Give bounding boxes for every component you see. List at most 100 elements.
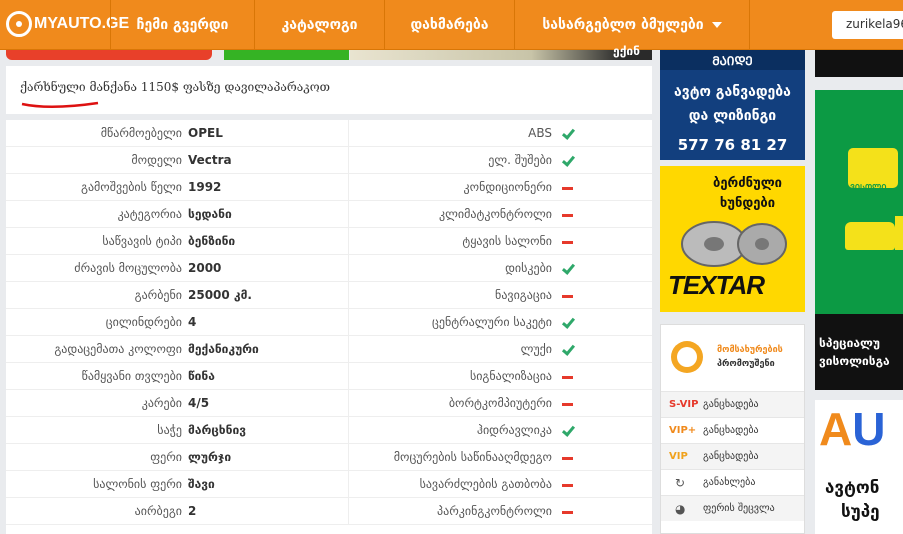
promo-option[interactable]: S-VIP განცხადება bbox=[661, 391, 804, 417]
column-divider bbox=[348, 282, 349, 309]
promo-option[interactable]: VIP+ განცხადება bbox=[661, 417, 804, 443]
spec-value: მექანიკური bbox=[188, 342, 259, 356]
listing-description: ქარხნული მანქანა 1150$ ფასზე დავილაპარაკ… bbox=[20, 80, 331, 94]
promotion-header: მომსახურების პრომოუშენი bbox=[661, 325, 804, 391]
palette-icon: ◕ bbox=[675, 502, 686, 516]
nav-catalog[interactable]: კატალოგი bbox=[254, 0, 384, 50]
check-icon bbox=[561, 262, 575, 276]
column-divider bbox=[348, 228, 349, 255]
check-icon bbox=[561, 127, 575, 141]
column-divider bbox=[348, 309, 349, 336]
ad-leasing-line2: და ლიზინგი bbox=[688, 108, 777, 124]
check-icon bbox=[561, 154, 575, 168]
spec-row: გარბენი 25000 კმ. ნავიგაცია bbox=[6, 282, 652, 309]
spec-label: აირბეგი bbox=[134, 504, 182, 518]
nav-help[interactable]: დახმარება bbox=[384, 0, 514, 50]
ad-phone-number: 577 76 81 27 bbox=[677, 136, 788, 154]
promo-option[interactable]: ◕ ფერის შეცვლა bbox=[661, 495, 804, 521]
au-ad-line2: სუპე bbox=[841, 502, 880, 522]
promo-option[interactable]: VIP განცხადება bbox=[661, 443, 804, 469]
promo-title-2: პრომოუშენი bbox=[717, 359, 775, 369]
banner-green-strip[interactable] bbox=[224, 50, 349, 60]
spec-row: საწვავის ტიპი ბენზინი ტყავის სალონი bbox=[6, 228, 652, 255]
auto-ad[interactable]: AU ავტონ სუპე bbox=[815, 400, 903, 534]
auto-leasing-ad[interactable]: ᲛᲐᲘᲓᲔ ავტო განვადება და ლიზინგი 577 76 8… bbox=[660, 50, 805, 160]
red-underline-annotation bbox=[21, 101, 99, 109]
textar-brake-ad[interactable]: ბერძნული ხუნდები TEXTAR bbox=[660, 166, 805, 312]
promo-tag: VIP+ bbox=[669, 425, 697, 436]
nav-useful-links-label: სასარგებლო ბმულები bbox=[542, 17, 704, 33]
spec-row: მწარმოებელი OPEL ABS bbox=[6, 120, 652, 147]
promo-tag: S-VIP bbox=[669, 399, 699, 410]
spec-row: ფერი ლურჯი მოცურების საწინააღმდეგო bbox=[6, 444, 652, 471]
spec-label: ფერი bbox=[150, 450, 182, 464]
promo-option-label: განახლება bbox=[703, 477, 756, 488]
feature-label: ლუქი bbox=[520, 342, 552, 356]
spec-value: Vectra bbox=[188, 153, 232, 167]
ad-top-text: ᲛᲐᲘᲓᲔ bbox=[712, 54, 753, 68]
spec-label: მწარმოებელი bbox=[100, 126, 182, 140]
minus-icon bbox=[561, 397, 575, 411]
promo-option-label: განცხადება bbox=[703, 399, 759, 410]
spec-row: აირბეგი 2 პარკინგკონტროლი bbox=[6, 498, 652, 525]
nav-useful-links[interactable]: სასარგებლო ბმულები bbox=[514, 0, 750, 50]
spec-value: 25000 კმ. bbox=[188, 288, 252, 302]
brake-disc-icon bbox=[681, 221, 787, 267]
feature-label: ბორტკომპიუტერი bbox=[448, 396, 552, 410]
nav-my-page[interactable]: ჩემი გვერდი bbox=[110, 0, 254, 50]
visoli-line2: ვისოლისგა bbox=[819, 354, 890, 368]
ad-top-bar: ᲛᲐᲘᲓᲔ bbox=[660, 50, 805, 70]
spec-value: წინა bbox=[188, 369, 215, 383]
column-divider bbox=[348, 147, 349, 174]
spec-row: საჭე მარცხნივ ჰიდრავლიკა bbox=[6, 417, 652, 444]
feature-label: ABS bbox=[528, 126, 552, 140]
feature-label: სავარძლების გათბობა bbox=[419, 477, 552, 491]
feature-label: დისკები bbox=[505, 261, 552, 275]
promo-option[interactable]: ↻ განახლება bbox=[661, 469, 804, 495]
visoli-badge-text: ᲕᲘᲡᲝᲚᲘ bbox=[850, 183, 887, 192]
spec-label: საჭე bbox=[157, 423, 182, 437]
minus-icon bbox=[561, 478, 575, 492]
banner-red-strip[interactable] bbox=[6, 50, 212, 60]
spec-value: 2000 bbox=[188, 261, 222, 275]
au-logo: AU bbox=[819, 403, 886, 455]
user-menu[interactable]: zurikela96 bbox=[832, 11, 903, 39]
feature-label: ელ. შუშები bbox=[488, 153, 552, 167]
spec-value: შავი bbox=[188, 477, 215, 491]
spec-label: კატეგორია bbox=[117, 207, 182, 221]
feature-label: სიგნალიზაცია bbox=[469, 369, 552, 383]
right-top-banner[interactable] bbox=[815, 50, 903, 77]
column-divider bbox=[348, 390, 349, 417]
spec-row: კარები 4/5 ბორტკომპიუტერი bbox=[6, 390, 652, 417]
banner-money-strip[interactable]: ექინ bbox=[350, 44, 652, 60]
check-icon bbox=[561, 316, 575, 330]
top-navbar: MYAUTO.GE ჩემი გვერდი კატალოგი დახმარება… bbox=[0, 0, 903, 50]
visoli-ad[interactable]: ᲕᲘᲡᲝᲚᲘ სპეციალუ ვისოლისგა bbox=[815, 90, 903, 390]
spec-value: 1992 bbox=[188, 180, 222, 194]
column-divider bbox=[348, 255, 349, 282]
minus-icon bbox=[561, 235, 575, 249]
spec-row: გამოშვების წელი 1992 კონდიციონერი bbox=[6, 174, 652, 201]
promo-tag: VIP bbox=[669, 451, 688, 462]
spec-row: ძრავის მოცულობა 2000 დისკები bbox=[6, 255, 652, 282]
spec-value: 4 bbox=[188, 315, 197, 329]
nav-catalog-label: კატალოგი bbox=[281, 17, 358, 33]
column-divider bbox=[348, 498, 349, 525]
column-divider bbox=[348, 471, 349, 498]
minus-icon bbox=[561, 208, 575, 222]
promotion-panel: მომსახურების პრომოუშენი S-VIP განცხადება V… bbox=[660, 324, 805, 534]
spec-row: მოდელი Vectra ელ. შუშები bbox=[6, 147, 652, 174]
feature-label: ტყავის სალონი bbox=[462, 234, 552, 248]
car-icon bbox=[845, 222, 895, 250]
feature-label: კლიმატკონტროლი bbox=[439, 207, 552, 221]
column-divider bbox=[348, 336, 349, 363]
promo-title-1: მომსახურების bbox=[717, 345, 783, 355]
spec-row: კატეგორია სედანი კლიმატკონტროლი bbox=[6, 201, 652, 228]
minus-icon bbox=[561, 289, 575, 303]
check-icon bbox=[561, 343, 575, 357]
spec-row: გადაცემათა კოლოფი მექანიკური ლუქი bbox=[6, 336, 652, 363]
chevron-down-icon bbox=[711, 22, 722, 28]
minus-icon bbox=[561, 181, 575, 195]
column-divider bbox=[348, 444, 349, 471]
visoli-black-box: სპეციალუ ვისოლისგა bbox=[815, 314, 903, 390]
